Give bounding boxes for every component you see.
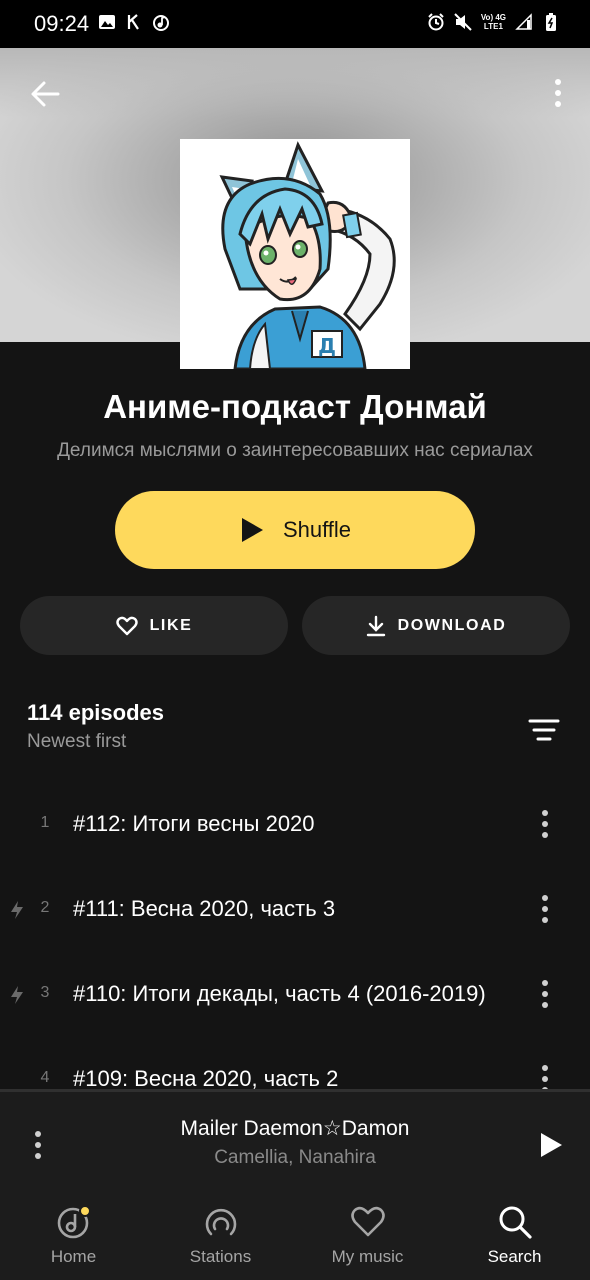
radio-icon (205, 1208, 236, 1236)
network-bottom-text: LTE1 (483, 22, 503, 31)
nav-item-search[interactable]: Search (441, 1187, 588, 1280)
more-vertical-icon[interactable] (535, 807, 555, 841)
episode-title: #109: Весна 2020, часть 2 (73, 1066, 339, 1089)
search-icon (499, 1206, 532, 1239)
episode-row[interactable]: 2 #111: Весна 2020, часть 3 (0, 866, 590, 951)
download-label: DOWNLOAD (397, 616, 507, 634)
sort-icon[interactable] (528, 716, 560, 744)
heart-icon (115, 616, 138, 635)
download-icon (366, 615, 385, 636)
signal-icon (515, 13, 532, 30)
nav-item-stations[interactable]: Stations (147, 1187, 294, 1280)
status-right-icons: Vo) 4G LTE1 (427, 12, 560, 32)
battery-icon (546, 13, 556, 31)
like-label: LIKE (149, 616, 193, 634)
play-icon (241, 518, 263, 542)
episode-number: 2 (40, 899, 50, 916)
track-artist: Camellia, Nanahira (214, 1147, 376, 1168)
episode-row[interactable]: 1 #112: Итоги весны 2020 (0, 781, 590, 866)
status-left-icons (98, 12, 170, 32)
mini-player[interactable]: Mailer Daemon☆Damon Camellia, Nanahira (0, 1089, 590, 1187)
more-vertical-icon[interactable] (535, 1062, 555, 1089)
alarm-icon (428, 13, 444, 31)
nav-label-search: Search (487, 1247, 542, 1266)
bottom-nav: Home Stations My music Search (0, 1187, 590, 1280)
network-volte-icon: Vo) 4G LTE1 (481, 13, 506, 31)
play-icon[interactable] (538, 1130, 564, 1160)
nav-item-my-music[interactable]: My music (294, 1187, 441, 1280)
network-top-text: Vo) 4G (480, 13, 506, 22)
podcast-title: Аниме-подкаст Донмай (103, 388, 487, 425)
mute-icon (454, 13, 472, 31)
episode-title: #111: Весна 2020, часть 3 (73, 896, 336, 921)
more-vertical-icon[interactable] (535, 977, 555, 1011)
episode-number: 1 (40, 814, 50, 831)
track-title: Mailer Daemon☆Damon (180, 1117, 410, 1140)
nav-label-home: Home (50, 1247, 97, 1266)
nav-label-my-music: My music (331, 1247, 404, 1266)
cover-art-illustration: Д (180, 139, 410, 369)
heart-icon (350, 1206, 385, 1237)
status-time: 09:24 (34, 11, 90, 36)
shuffle-label: Shuffle (282, 517, 352, 542)
episode-number: 4 (40, 1069, 50, 1086)
flash-icon (11, 986, 23, 1004)
image-icon (99, 15, 115, 29)
home-disc-icon (57, 1205, 91, 1239)
podcast-cover: Д (180, 139, 410, 369)
arrow-left-icon[interactable] (28, 76, 64, 112)
music-note-icon (153, 15, 169, 31)
episode-list: 1 #112: Итоги весны 2020 2 #111: Весна 2… (0, 781, 590, 1089)
like-button[interactable]: LIKE (20, 596, 288, 655)
episode-number: 3 (40, 984, 50, 1001)
episodes-count: 114 episodes (27, 700, 164, 725)
podcast-subtitle: Делимся мыслями о заинтересовавших нас с… (57, 440, 533, 461)
episode-title: #112: Итоги весны 2020 (73, 811, 315, 836)
episode-row[interactable]: 3 #110: Итоги декады, часть 4 (2016-2019… (0, 951, 590, 1036)
nav-label-stations: Stations (189, 1247, 252, 1266)
cast-icon (127, 14, 139, 30)
sort-label: Newest first (27, 731, 127, 752)
episode-title: #110: Итоги декады, часть 4 (2016-2019) (73, 981, 486, 1006)
episode-row[interactable]: 4 #109: Весна 2020, часть 2 (0, 1036, 590, 1089)
flash-icon (11, 901, 23, 919)
shuffle-button[interactable]: Shuffle (115, 491, 475, 569)
nav-item-home[interactable]: Home (0, 1187, 147, 1280)
download-button[interactable]: DOWNLOAD (302, 596, 570, 655)
cover-letter: Д (318, 334, 336, 358)
more-vertical-icon[interactable] (548, 76, 568, 112)
status-bar: 09:24 Vo) 4G LTE1 (0, 0, 590, 48)
more-vertical-icon[interactable] (535, 892, 555, 926)
